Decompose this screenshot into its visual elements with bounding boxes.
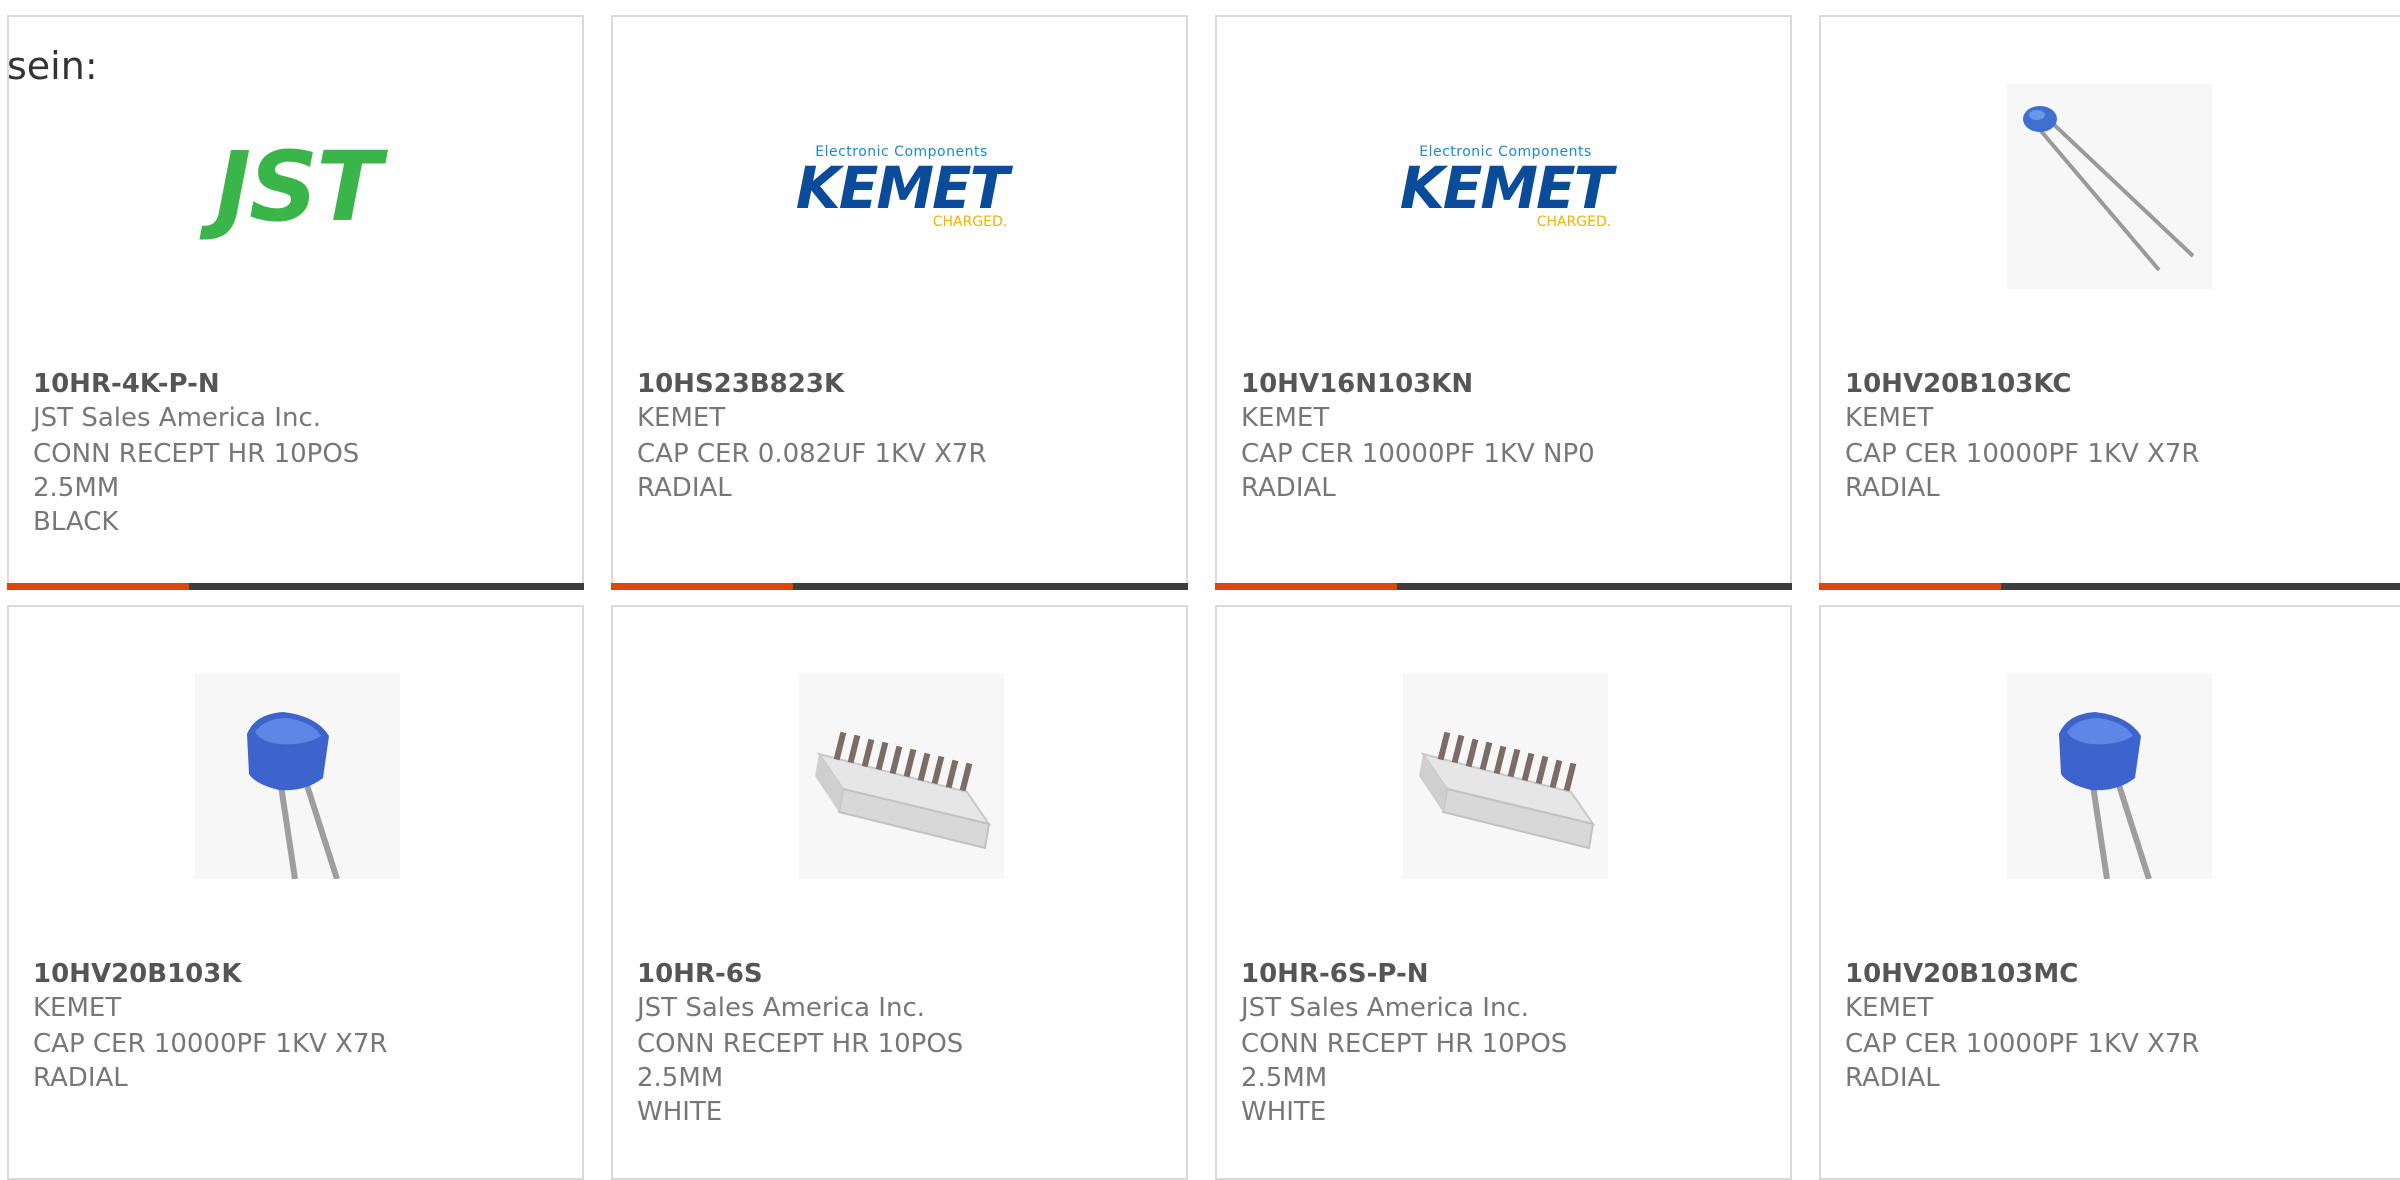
product-manufacturer: JST Sales America Inc.	[33, 403, 322, 433]
capacitor-image	[2007, 674, 2212, 879]
kemet-logo-image: Electronic Components KEMET CHARGED.	[1399, 84, 1613, 289]
connector-icon	[815, 731, 992, 850]
product-description-line2: RADIAL	[637, 473, 732, 503]
product-part-number[interactable]: 10HR-6S-P-N	[1241, 959, 1429, 989]
product-description: CONN RECEPT HR 10POS 2.5MM WHITE	[1241, 1027, 1661, 1129]
product-card[interactable]: Electronic Components KEMET CHARGED. 10H…	[1215, 15, 1792, 590]
product-card[interactable]: 10HV20B103KC KEMET CAP CER 10000PF 1KV X…	[1819, 15, 2400, 590]
capacitor-icon	[247, 712, 340, 879]
product-part-number[interactable]: 10HS23B823K	[637, 369, 844, 399]
card-footer-bar	[611, 583, 1188, 590]
connector-icon	[1419, 731, 1596, 850]
product-manufacturer: KEMET	[1845, 403, 1934, 433]
product-manufacturer: KEMET	[637, 403, 726, 433]
product-part-number[interactable]: 10HV20B103K	[33, 959, 241, 989]
product-description-line1: CONN RECEPT HR 10POS 2.5MM	[1241, 1029, 1568, 1093]
product-description-line1: CONN RECEPT HR 10POS 2.5MM	[33, 439, 360, 503]
product-description: CAP CER 10000PF 1KV X7R RADIAL	[1845, 1027, 2265, 1095]
product-manufacturer: KEMET	[33, 993, 122, 1023]
card-footer-bar	[7, 583, 584, 590]
product-manufacturer: JST Sales America Inc.	[637, 993, 926, 1023]
product-part-number[interactable]: 10HR-6S	[637, 959, 763, 989]
product-manufacturer: KEMET	[1845, 993, 1934, 1023]
product-description-line2: WHITE	[637, 1097, 723, 1127]
product-card[interactable]: 10HV20B103MC KEMET CAP CER 10000PF 1KV X…	[1819, 605, 2400, 1180]
product-card[interactable]: 10HR-6S-P-N JST Sales America Inc. CONN …	[1215, 605, 1792, 1180]
card-footer-bar	[1215, 583, 1792, 590]
kemet-logo-main: KEMET	[1399, 153, 1613, 222]
jst-logo-image: JST	[195, 84, 400, 289]
kemet-logo: Electronic Components KEMET CHARGED.	[1399, 145, 1613, 229]
capacitor-icon	[2059, 712, 2152, 879]
product-description: CAP CER 10000PF 1KV NP0 RADIAL	[1241, 437, 1661, 505]
product-description-line2: RADIAL	[1845, 473, 1940, 503]
product-description-line2: BLACK	[33, 507, 119, 537]
capacitor-icon	[2023, 106, 2195, 272]
capacitor-image	[195, 674, 400, 879]
product-part-number[interactable]: 10HV20B103MC	[1845, 959, 2078, 989]
product-card[interactable]: 10HV20B103K KEMET CAP CER 10000PF 1KV X7…	[7, 605, 584, 1180]
capacitor-image	[2007, 84, 2212, 289]
product-card[interactable]: 10HR-6S JST Sales America Inc. CONN RECE…	[611, 605, 1188, 1180]
product-manufacturer: KEMET	[1241, 403, 1330, 433]
kemet-logo: Electronic Components KEMET CHARGED.	[795, 145, 1009, 229]
connector-image	[799, 674, 1004, 879]
product-description-line1: CONN RECEPT HR 10POS 2.5MM	[637, 1029, 964, 1093]
kemet-logo-image: Electronic Components KEMET CHARGED.	[795, 84, 1009, 289]
product-description: CONN RECEPT HR 10POS 2.5MM WHITE	[637, 1027, 1057, 1129]
product-description-line2: RADIAL	[1241, 473, 1336, 503]
jst-logo: JST	[215, 130, 381, 243]
product-part-number[interactable]: 10HR-4K-P-N	[33, 369, 220, 399]
product-description: CONN RECEPT HR 10POS 2.5MM BLACK	[33, 437, 453, 539]
connector-image	[1403, 674, 1608, 879]
lead-text: sein:	[7, 44, 98, 88]
product-description: CAP CER 10000PF 1KV X7R RADIAL	[1845, 437, 2265, 505]
product-description-line1: CAP CER 10000PF 1KV X7R	[1845, 439, 2200, 469]
product-description-line1: CAP CER 10000PF 1KV X7R	[1845, 1029, 2200, 1059]
card-footer-bar	[1819, 583, 2400, 590]
product-description-line2: WHITE	[1241, 1097, 1327, 1127]
product-description-line1: CAP CER 0.082UF 1KV X7R	[637, 439, 987, 469]
product-part-number[interactable]: 10HV16N103KN	[1241, 369, 1473, 399]
product-description: CAP CER 0.082UF 1KV X7R RADIAL	[637, 437, 1057, 505]
kemet-logo-main: KEMET	[795, 153, 1009, 222]
product-card[interactable]: Electronic Components KEMET CHARGED. 10H…	[611, 15, 1188, 590]
product-card[interactable]: JST 10HR-4K-P-N JST Sales America Inc. C…	[7, 15, 584, 590]
product-description: CAP CER 10000PF 1KV X7R RADIAL	[33, 1027, 453, 1095]
product-description-line1: CAP CER 10000PF 1KV X7R	[33, 1029, 388, 1059]
product-description-line2: RADIAL	[33, 1063, 128, 1093]
product-description-line1: CAP CER 10000PF 1KV NP0	[1241, 439, 1595, 469]
product-manufacturer: JST Sales America Inc.	[1241, 993, 1530, 1023]
card-footer-accent	[7, 583, 189, 590]
product-description-line2: RADIAL	[1845, 1063, 1940, 1093]
card-footer-accent	[1819, 583, 2001, 590]
card-footer-accent	[1215, 583, 1397, 590]
product-part-number[interactable]: 10HV20B103KC	[1845, 369, 2071, 399]
card-footer-accent	[611, 583, 793, 590]
